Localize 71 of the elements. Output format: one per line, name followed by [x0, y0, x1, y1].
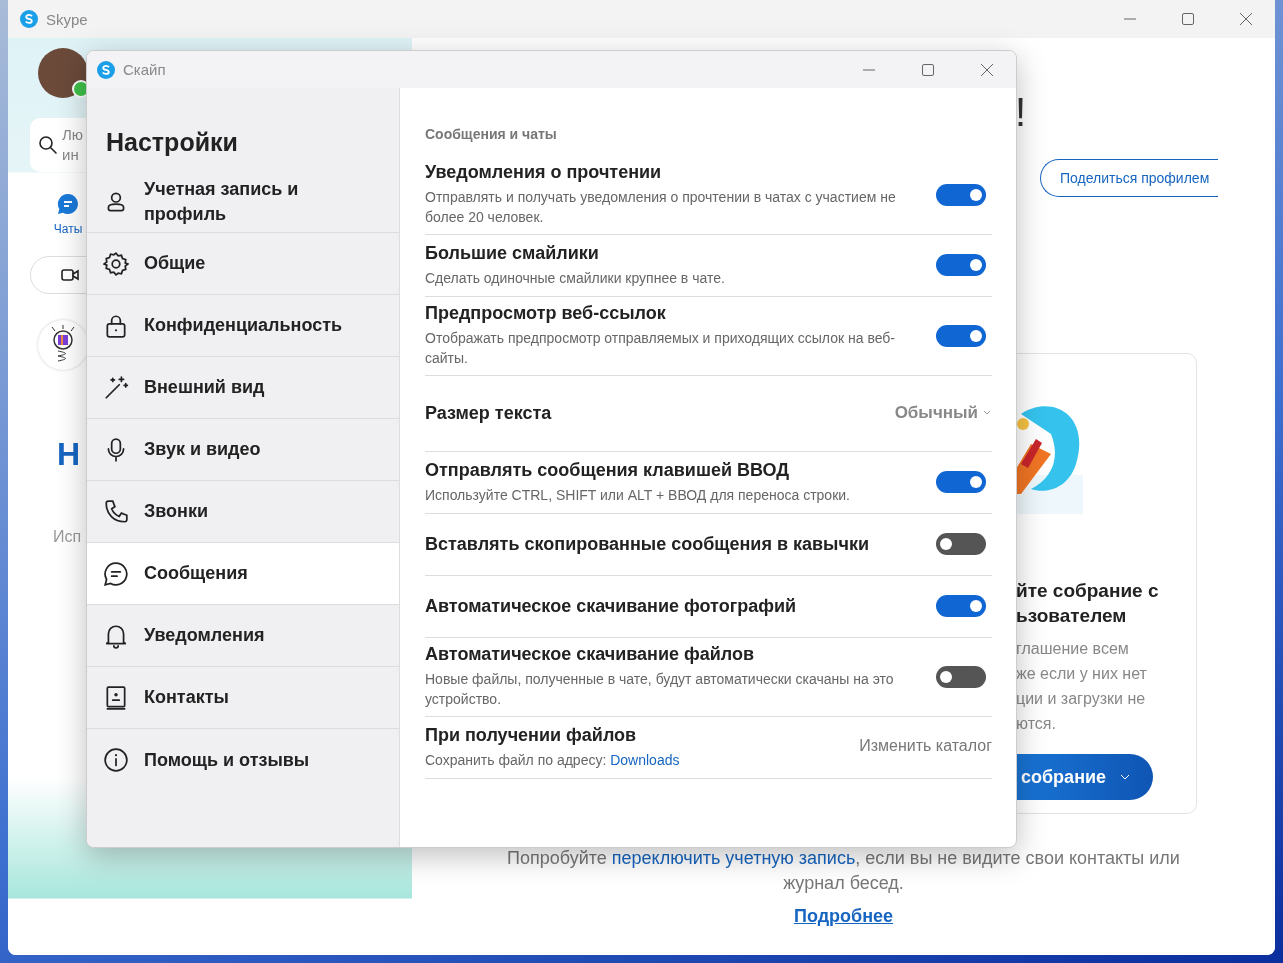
downloads-link[interactable]: Downloads [610, 751, 680, 768]
text-size-dropdown[interactable]: Обычный [894, 403, 992, 423]
settings-nav-item[interactable]: Учетная запись и профиль [87, 171, 399, 233]
setting-description: Сделать одиночные смайлики крупнее в чате. [425, 268, 726, 288]
toggle-switch[interactable] [936, 183, 986, 206]
greeting-text: ! [1015, 90, 1028, 134]
skype-logo-icon [97, 60, 115, 79]
switch-account-hint: Попробуйте переключить учетную запись, если вы не видите свои контакты или журнал бесед. [506, 847, 1181, 895]
settings-nav-item[interactable]: Помощь и отзывы [87, 729, 399, 791]
more-link[interactable]: Подробнее [793, 906, 894, 927]
window-title: Skype [46, 10, 88, 28]
maximize-icon [1182, 13, 1194, 25]
setting-title: Автоматическое скачивание фотографий [425, 595, 798, 617]
setting-description: Используйте CTRL, SHIFT или ALT + ВВОД для переноса строки. [425, 485, 851, 505]
settings-nav-item[interactable]: Внешний вид [87, 357, 399, 419]
card-heading: йте собрание с [1016, 579, 1160, 603]
close-icon [1240, 13, 1252, 25]
setting-title: Уведомления о прочтении [425, 162, 663, 183]
contacts-book-icon [103, 684, 129, 711]
setting-description: Новые файлы, полученные в чате, будут автоматически скачаны на это устройство. [425, 670, 895, 709]
video-camera-icon [61, 267, 79, 283]
setting-description: Отправлять и получать уведомления о прочтении в чатах с участием не более 20 человек. [425, 188, 897, 227]
toggle-switch[interactable] [936, 595, 986, 617]
switch-account-link[interactable]: переключить учетную запись [611, 848, 856, 868]
settings-nav-item[interactable]: Общие [87, 233, 399, 295]
card-text: ции и загрузки не [1016, 689, 1147, 709]
setting-title: При получении файлов [425, 724, 638, 746]
chevron-down-icon [1120, 772, 1131, 782]
settings-icon [103, 250, 129, 277]
card-text: глашение всем [1016, 639, 1130, 659]
welcome-text: Исп [53, 528, 82, 546]
settings-nav-item[interactable]: Звук и видео [87, 419, 399, 481]
card-text: же если у них нет [1016, 664, 1148, 684]
setting-title: Вставлять скопированные сообщения в кавычки [425, 533, 870, 555]
section-heading: Сообщения и чаты [425, 126, 558, 142]
toggle-switch[interactable] [936, 665, 986, 688]
bot-avatar[interactable] [38, 320, 88, 370]
maximize-icon [921, 63, 934, 76]
toggle-switch[interactable] [936, 324, 986, 347]
toggle-switch[interactable] [936, 254, 986, 276]
settings-nav-item[interactable]: Уведомления [87, 605, 399, 667]
toggle-switch[interactable] [936, 533, 986, 555]
toggle-switch[interactable] [936, 471, 986, 493]
setting-title: Автоматическое скачивание файлов [425, 644, 756, 665]
card-heading: ьзователем [1016, 604, 1128, 628]
setting-title: Размер текста [425, 402, 553, 424]
skype-logo-icon [20, 10, 38, 28]
phone-icon [103, 498, 129, 525]
info-icon [103, 747, 129, 773]
search-icon [38, 135, 58, 155]
setting-title: Большие смайлики [425, 242, 600, 264]
settings-nav-item[interactable]: Сообщения [87, 543, 399, 605]
lock-icon [103, 312, 129, 339]
share-profile-button[interactable]: Поделиться профилем [1040, 159, 1218, 197]
settings-nav-item[interactable]: Контакты [87, 667, 399, 729]
card-text: ются. [1016, 714, 1057, 734]
close-icon [980, 63, 993, 76]
setting-description: Отображать предпросмотр отправляемых и приходящих ссылок на веб-сайты. [425, 329, 896, 368]
avatar[interactable] [38, 48, 88, 98]
chats-tab[interactable]: Чаты [48, 192, 88, 236]
chat-icon [56, 192, 80, 216]
setting-title: Отправлять сообщения клавишей ВВОД [425, 459, 791, 481]
dialog-title: Скайп [123, 61, 166, 78]
welcome-heading: Н [57, 436, 81, 473]
change-folder-link[interactable]: Изменить каталог [859, 737, 992, 755]
settings-nav-item[interactable]: Конфиденциальность [87, 295, 399, 357]
chat-icon [103, 560, 129, 587]
setting-description: Сохранить файл по адресу: Downloads [425, 750, 681, 770]
setting-title: Предпросмотр веб-ссылок [425, 303, 667, 324]
bell-icon [103, 622, 129, 649]
magic-wand-icon [103, 374, 129, 401]
